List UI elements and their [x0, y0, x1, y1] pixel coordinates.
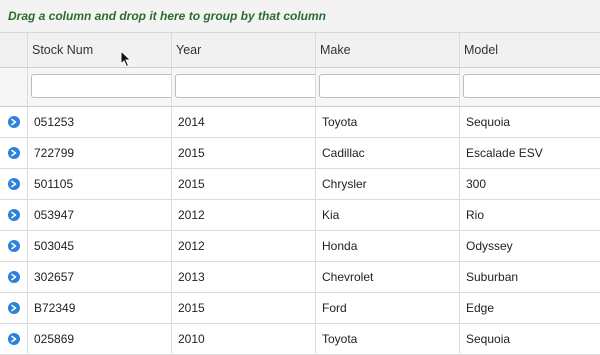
expand-circle-arrow-icon[interactable] [7, 147, 20, 159]
table-row[interactable]: B72349 2015 Ford Edge [0, 293, 600, 324]
filter-cell-stock-num [28, 68, 172, 106]
table-row[interactable]: 501105 2015 Chrysler 300 [0, 169, 600, 200]
filter-cell-make [316, 68, 460, 106]
grid-body: 051253 2014 Toyota Sequoia 722799 2015 Cadilla… [0, 107, 600, 355]
cell-make: Chevrolet [316, 262, 460, 292]
header-expand-cell [0, 33, 28, 67]
expand-cell [0, 107, 28, 137]
cell-model: Sequoia [466, 332, 511, 346]
expand-circle-arrow-icon[interactable] [7, 240, 20, 252]
expand-cell [0, 231, 28, 261]
cell-year: 2014 [172, 107, 316, 137]
expand-cell [0, 293, 28, 323]
cell-make: Cadillac [316, 138, 460, 168]
table-row[interactable]: 503045 2012 Honda Odyssey [0, 231, 600, 262]
cell-model: Odyssey [466, 239, 513, 253]
cell-stock-num: B72349 [28, 293, 172, 323]
data-grid: Stock Num Year Make Model 051253 2014 To… [0, 33, 600, 355]
cell-stock-num: 025869 [28, 324, 172, 354]
cell-model: Edge [466, 301, 495, 315]
header-row: Stock Num Year Make Model [0, 33, 600, 68]
cell-year: 2010 [172, 324, 316, 354]
expand-circle-arrow-icon[interactable] [7, 333, 20, 345]
table-row[interactable]: 302657 2013 Chevrolet Suburban [0, 262, 600, 293]
expand-circle-arrow-icon[interactable] [7, 302, 20, 314]
mouse-pointer-icon [120, 49, 132, 71]
cell-stock-num: 053947 [28, 200, 172, 230]
cell-make: Chrysler [316, 169, 460, 199]
cell-stock-num: 503045 [28, 231, 172, 261]
expand-cell [0, 169, 28, 199]
cell-model: Suburban [466, 270, 519, 284]
expand-circle-arrow-icon[interactable] [7, 271, 20, 283]
cell-make: Ford [316, 293, 460, 323]
cell-stock-num: 722799 [28, 138, 172, 168]
filter-input-make[interactable] [319, 74, 459, 98]
cell-stock-num: 501105 [28, 169, 172, 199]
cell-year: 2012 [172, 200, 316, 230]
expand-cell [0, 138, 28, 168]
filter-cell-year [172, 68, 316, 106]
expand-circle-arrow-icon[interactable] [7, 116, 20, 128]
group-by-hint: Drag a column and drop it here to group … [8, 9, 327, 23]
expand-cell [0, 200, 28, 230]
table-row[interactable]: 053947 2012 Kia Rio [0, 200, 600, 231]
filter-input-model[interactable] [463, 74, 600, 98]
column-header-year[interactable]: Year [172, 33, 316, 67]
expand-cell [0, 262, 28, 292]
filter-input-year[interactable] [175, 74, 315, 98]
column-header-stock-num[interactable]: Stock Num [28, 33, 172, 67]
cell-year: 2012 [172, 231, 316, 261]
cell-year: 2015 [172, 293, 316, 323]
cell-make: Toyota [316, 107, 460, 137]
filter-spacer [0, 68, 28, 106]
filter-input-stock-num[interactable] [31, 74, 171, 98]
cell-stock-num: 302657 [28, 262, 172, 292]
column-header-model[interactable]: Model [460, 33, 600, 67]
cell-model: Sequoia [466, 115, 511, 129]
filter-cell-model [460, 68, 600, 106]
filter-row [0, 68, 600, 107]
cell-year: 2015 [172, 169, 316, 199]
cell-make: Kia [316, 200, 460, 230]
cell-year: 2015 [172, 138, 316, 168]
cell-make: Toyota [316, 324, 460, 354]
expand-cell [0, 324, 28, 354]
cell-model: 300 [466, 177, 487, 191]
expand-circle-arrow-icon[interactable] [7, 178, 20, 190]
table-row[interactable]: 025869 2010 Toyota Sequoia [0, 324, 600, 355]
cell-stock-num: 051253 [28, 107, 172, 137]
cell-year: 2013 [172, 262, 316, 292]
column-header-make[interactable]: Make [316, 33, 460, 67]
cell-make: Honda [316, 231, 460, 261]
cell-model: Rio [466, 208, 485, 222]
table-row[interactable]: 051253 2014 Toyota Sequoia [0, 107, 600, 138]
cell-model: Escalade ESV [466, 146, 543, 160]
group-by-panel[interactable]: Drag a column and drop it here to group … [0, 0, 600, 33]
expand-circle-arrow-icon[interactable] [7, 209, 20, 221]
table-row[interactable]: 722799 2015 Cadillac Escalade ESV [0, 138, 600, 169]
